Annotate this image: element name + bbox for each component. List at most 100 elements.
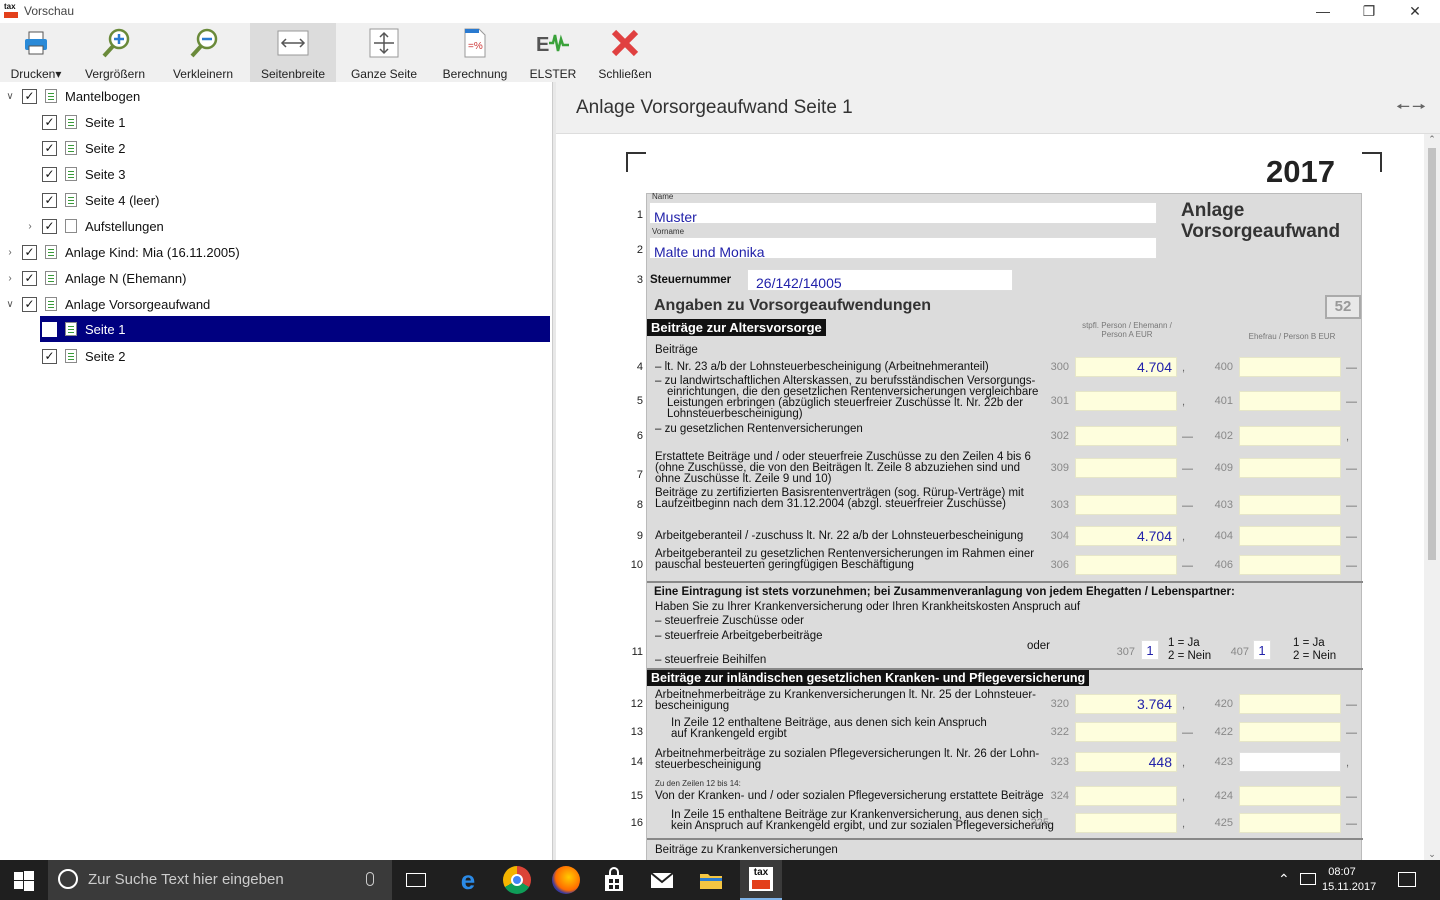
input-422[interactable] bbox=[1239, 722, 1341, 742]
line-16-text: In Zeile 15 enthaltene Beiträge zur Kran… bbox=[671, 809, 1054, 832]
input-306[interactable] bbox=[1075, 555, 1177, 575]
tree-item-mantelbogen[interactable]: ∨ ✓ Mantelbogen bbox=[4, 84, 544, 108]
input-400[interactable] bbox=[1239, 357, 1341, 377]
mail-icon[interactable] bbox=[648, 866, 676, 894]
zoom-in-button[interactable]: Vergrößern bbox=[78, 23, 152, 82]
line-8-text-2: Laufzeitbeginn nach dem 31.12.2004 (abzg… bbox=[655, 498, 1006, 510]
firefox-icon[interactable] bbox=[552, 866, 580, 894]
tree-item-aufstellungen[interactable]: › ✓ Aufstellungen bbox=[24, 214, 544, 238]
tax-app-icon-text: tax bbox=[753, 867, 769, 878]
input-424[interactable] bbox=[1239, 786, 1341, 806]
input-403[interactable] bbox=[1239, 495, 1341, 515]
code: 304 bbox=[1050, 530, 1069, 542]
vertical-scrollbar[interactable]: ⌃ ⌄ bbox=[1424, 134, 1440, 860]
checkbox[interactable]: ✓ bbox=[42, 192, 57, 208]
tray-chevron-icon[interactable]: ⌃ bbox=[1278, 871, 1290, 888]
input-322[interactable] bbox=[1075, 722, 1177, 742]
whole-page-button[interactable]: Ganze Seite bbox=[342, 23, 426, 82]
separator: , bbox=[1346, 757, 1350, 769]
input-402[interactable] bbox=[1239, 426, 1341, 446]
input-407[interactable]: 1 bbox=[1253, 640, 1271, 660]
tree-item-seite-3[interactable]: ✓ Seite 3 bbox=[42, 162, 542, 186]
calculation-button[interactable]: =% Berechnung bbox=[436, 23, 514, 82]
taskbar-search[interactable]: Zur Suche Text hier eingeben bbox=[48, 860, 392, 900]
expand-icon[interactable]: › bbox=[4, 273, 16, 284]
minimize-button[interactable]: — bbox=[1300, 0, 1346, 23]
close-window-button[interactable]: ✕ bbox=[1392, 0, 1438, 23]
expand-icon[interactable]: › bbox=[4, 247, 16, 258]
checkbox[interactable]: ✓ bbox=[22, 244, 37, 260]
line-7-text: Erstattete Beiträge und / oder steuerfre… bbox=[655, 451, 1031, 485]
checkbox[interactable]: ✓ bbox=[42, 114, 57, 130]
tree-item-seite-2[interactable]: ✓ Seite 2 bbox=[42, 136, 542, 160]
expand-icon[interactable]: ∨ bbox=[4, 91, 16, 102]
tree-item-vorsorge-seite-1[interactable]: ✓ Seite 1 bbox=[40, 316, 550, 342]
page-nav-arrows-icon[interactable]: 🠔🠖 bbox=[1396, 96, 1428, 123]
checkbox[interactable]: ✓ bbox=[42, 218, 57, 234]
input-425[interactable] bbox=[1239, 813, 1341, 833]
document-icon bbox=[65, 349, 77, 363]
microphone-icon[interactable] bbox=[366, 872, 374, 886]
checkbox[interactable]: ✓ bbox=[42, 166, 57, 182]
store-icon[interactable] bbox=[600, 866, 628, 894]
input-420[interactable] bbox=[1239, 694, 1341, 714]
expand-icon[interactable]: › bbox=[24, 221, 36, 232]
checkbox[interactable]: ✓ bbox=[22, 88, 37, 104]
edge-icon[interactable]: e bbox=[454, 866, 482, 894]
whole-page-icon bbox=[342, 23, 426, 63]
scroll-down-icon[interactable]: ⌄ bbox=[1424, 849, 1440, 860]
divider bbox=[647, 581, 1363, 583]
checkbox[interactable]: ✓ bbox=[22, 296, 37, 312]
input-302[interactable] bbox=[1075, 426, 1177, 446]
input-309[interactable] bbox=[1075, 458, 1177, 478]
line-14-text: Arbeitnehmerbeiträge zu sozialen Pflegev… bbox=[655, 748, 1039, 771]
input-304[interactable]: 4.704 bbox=[1075, 526, 1177, 546]
tree-item-vorsorge-seite-2[interactable]: ✓ Seite 2 bbox=[42, 344, 542, 368]
checkbox[interactable]: ✓ bbox=[42, 348, 57, 364]
tree-item-anlage-kind[interactable]: › ✓ Anlage Kind: Mia (16.11.2005) bbox=[4, 240, 544, 264]
tree-item-anlage-n[interactable]: › ✓ Anlage N (Ehemann) bbox=[4, 266, 544, 290]
windows-start-icon[interactable] bbox=[14, 871, 34, 896]
input-325[interactable] bbox=[1075, 813, 1177, 833]
input-323[interactable]: 448 bbox=[1075, 752, 1177, 772]
input-401[interactable] bbox=[1239, 391, 1341, 411]
scroll-up-icon[interactable]: ⌃ bbox=[1424, 134, 1440, 145]
input-301[interactable] bbox=[1075, 391, 1177, 411]
scroll-thumb[interactable] bbox=[1428, 148, 1436, 560]
page-width-button[interactable]: Seitenbreite bbox=[250, 23, 336, 82]
line-11-a: – steuerfreie Zuschüsse oder bbox=[655, 615, 804, 627]
tree-item-seite-4[interactable]: ✓ Seite 4 (leer) bbox=[42, 188, 542, 212]
taxapp-taskbar-button[interactable]: tax bbox=[740, 860, 782, 900]
input-404[interactable] bbox=[1239, 526, 1341, 546]
print-button[interactable]: Drucken▾ bbox=[6, 23, 66, 82]
elster-label: ELSTER bbox=[529, 67, 577, 81]
zoom-out-button[interactable]: Verkleinern bbox=[166, 23, 240, 82]
tree-item-anlage-vorsorgeaufwand[interactable]: ∨ ✓ Anlage Vorsorgeaufwand bbox=[4, 292, 544, 316]
checkbox[interactable]: ✓ bbox=[42, 321, 57, 337]
notifications-icon[interactable] bbox=[1398, 872, 1416, 887]
name-field[interactable] bbox=[649, 202, 1157, 224]
elster-button[interactable]: E ELSTER bbox=[524, 23, 582, 82]
chrome-icon[interactable] bbox=[503, 866, 531, 894]
separator: , bbox=[1182, 791, 1186, 803]
input-307[interactable]: 1 bbox=[1141, 640, 1159, 660]
task-view-icon[interactable] bbox=[406, 873, 426, 887]
close-label: Schließen bbox=[598, 67, 652, 81]
network-icon[interactable] bbox=[1300, 873, 1316, 885]
app-icon-text: tax bbox=[4, 2, 16, 11]
close-preview-button[interactable]: Schließen bbox=[592, 23, 658, 82]
input-303[interactable] bbox=[1075, 495, 1177, 515]
input-324[interactable] bbox=[1075, 786, 1177, 806]
checkbox[interactable]: ✓ bbox=[42, 140, 57, 156]
input-406[interactable] bbox=[1239, 555, 1341, 575]
file-explorer-icon[interactable] bbox=[697, 866, 725, 894]
expand-icon[interactable]: ∨ bbox=[4, 299, 16, 310]
input-320[interactable]: 3.764 bbox=[1075, 694, 1177, 714]
input-409[interactable] bbox=[1239, 458, 1341, 478]
input-300[interactable]: 4.704 bbox=[1075, 357, 1177, 377]
tree-item-seite-1[interactable]: ✓ Seite 1 bbox=[42, 110, 542, 134]
clock[interactable]: 08:07 15.11.2017 bbox=[1322, 865, 1376, 895]
checkbox[interactable]: ✓ bbox=[22, 270, 37, 286]
restore-button[interactable]: ❐ bbox=[1346, 0, 1392, 23]
input-423[interactable] bbox=[1239, 752, 1341, 772]
